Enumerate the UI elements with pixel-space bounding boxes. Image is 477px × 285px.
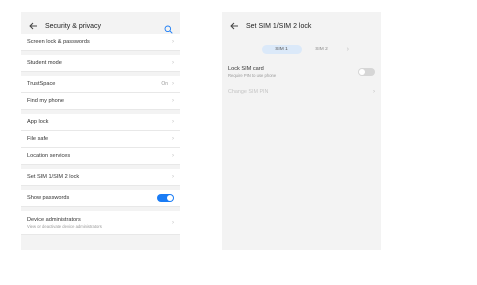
settings-list: Screen lock & passwords › Student mode ›…	[21, 34, 180, 235]
setting-show-passwords[interactable]: Show passwords	[21, 190, 180, 207]
setting-label: File safe	[27, 136, 49, 142]
search-icon[interactable]	[164, 21, 174, 34]
setting-label: Find my phone	[27, 98, 65, 104]
setting-value: On	[161, 81, 168, 87]
chevron-right-icon: ›	[172, 219, 174, 226]
security-privacy-screen: Security & privacy Screen lock & passwor…	[21, 12, 180, 250]
setting-label: Lock SIM card	[228, 66, 264, 72]
setting-label: TrustSpace	[27, 81, 56, 87]
setting-find-my-phone[interactable]: Find my phone ›	[21, 93, 180, 110]
page-title: Security & privacy	[45, 22, 102, 30]
setting-file-safe[interactable]: File safe ›	[21, 131, 180, 148]
setting-subtitle: View or deactivate device administrators	[27, 223, 102, 229]
sim-lock-screen: Set SIM 1/SIM 2 lock SIM 1 SIM 2 › Lock …	[222, 12, 381, 250]
setting-label: App lock	[27, 119, 49, 125]
chevron-right-icon: ›	[172, 60, 174, 66]
setting-text: Lock SIM card Require PIN to use phone	[228, 66, 358, 78]
setting-label: Change SIM PIN	[228, 89, 269, 95]
back-arrow-icon[interactable]	[228, 20, 240, 32]
chevron-right-icon: ›	[172, 81, 174, 87]
setting-label: Screen lock & passwords	[27, 39, 90, 45]
setting-location-services[interactable]: Location services ›	[21, 148, 180, 165]
chevron-right-icon: ›	[172, 136, 174, 142]
toggle-knob	[359, 69, 365, 75]
setting-text: Device administrators View or deactivate…	[27, 217, 172, 229]
chevron-right-icon: ›	[172, 119, 174, 125]
chevron-right-icon: ›	[172, 153, 174, 159]
chevron-right-icon: ›	[172, 174, 174, 180]
tab-sim2[interactable]: SIM 2	[302, 45, 342, 54]
setting-label: Location services	[27, 153, 71, 159]
back-arrow-icon[interactable]	[27, 20, 39, 32]
sim-tabs: SIM 1 SIM 2 ›	[222, 42, 381, 56]
lock-sim-toggle[interactable]	[358, 68, 375, 76]
setting-sim-lock[interactable]: Set SIM 1/SIM 2 lock ›	[21, 169, 180, 186]
setting-label: Device administrators	[27, 216, 81, 223]
setting-app-lock[interactable]: App lock ›	[21, 114, 180, 131]
chevron-right-icon: ›	[346, 45, 349, 53]
toggle-knob	[167, 195, 173, 201]
chevron-right-icon: ›	[373, 89, 375, 95]
tab-sim1[interactable]: SIM 1	[261, 44, 302, 54]
setting-student-mode[interactable]: Student mode ›	[21, 55, 180, 72]
setting-label: Student mode	[27, 60, 62, 66]
setting-trustspace[interactable]: TrustSpace On ›	[21, 76, 180, 93]
chevron-right-icon: ›	[172, 98, 174, 104]
page-title: Set SIM 1/SIM 2 lock	[246, 22, 312, 30]
setting-device-administrators[interactable]: Device administrators View or deactivate…	[21, 211, 180, 235]
show-passwords-toggle[interactable]	[157, 194, 174, 202]
header: Set SIM 1/SIM 2 lock	[222, 12, 381, 40]
setting-subtitle: Require PIN to use phone	[228, 73, 277, 78]
chevron-right-icon: ›	[172, 39, 174, 45]
setting-label: Set SIM 1/SIM 2 lock	[27, 174, 80, 180]
lock-sim-card-row[interactable]: Lock SIM card Require PIN to use phone	[222, 60, 381, 84]
setting-label: Show passwords	[27, 195, 70, 201]
change-sim-pin-row[interactable]: Change SIM PIN ›	[222, 84, 381, 100]
setting-screen-lock[interactable]: Screen lock & passwords ›	[21, 34, 180, 51]
